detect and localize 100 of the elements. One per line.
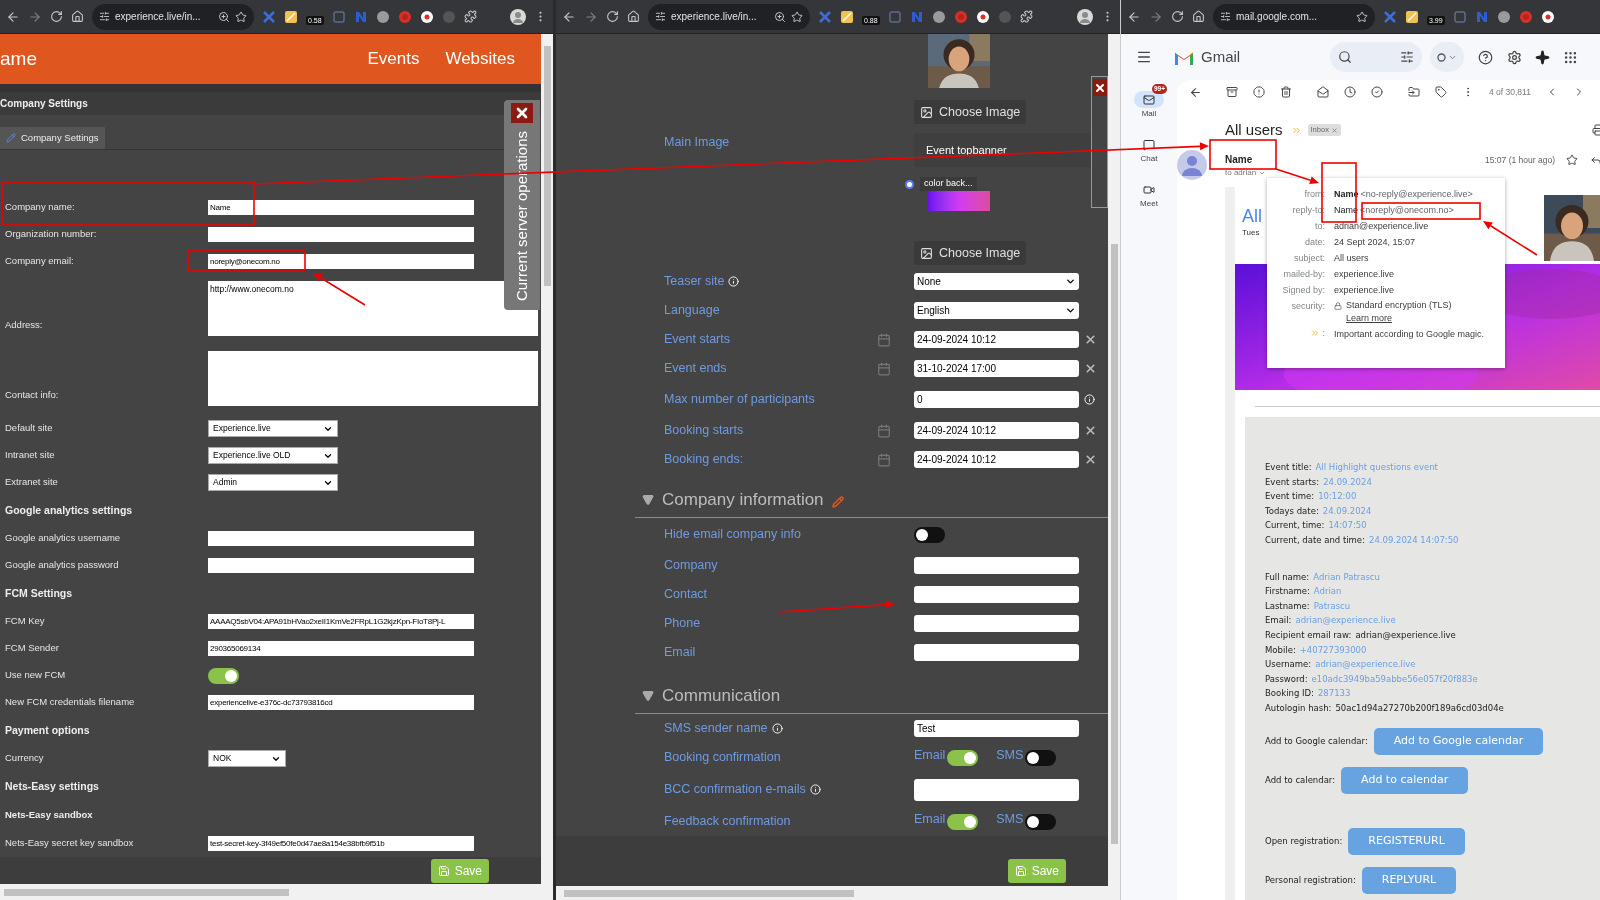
field-label: Google analytics username bbox=[4, 531, 122, 546]
detail-label: Current, time: bbox=[1265, 519, 1325, 533]
text-field[interactable]: Name bbox=[208, 200, 474, 215]
field-label: SMS sender name bbox=[664, 720, 768, 738]
address-bar[interactable]: mail.google.com... bbox=[1213, 3, 1375, 30]
channel-label: SMS bbox=[996, 746, 1024, 764]
field-label: Email bbox=[664, 644, 696, 662]
field-label: Booking ends: bbox=[664, 451, 744, 469]
message-time: 15:07 (1 hour ago) bbox=[1485, 154, 1555, 167]
detail-label: Booking ID: bbox=[1265, 687, 1314, 701]
field-label: Google analytics password bbox=[4, 558, 120, 573]
field-label: Max number of participants bbox=[664, 391, 815, 409]
action-label: Add to Google calendar: bbox=[1265, 734, 1368, 748]
field-label: Booking starts bbox=[664, 422, 744, 440]
detail-key: date: bbox=[1304, 234, 1325, 250]
tab[interactable]: Company Settings bbox=[0, 127, 105, 149]
text-field[interactable]: noreply@onecom.no bbox=[208, 254, 474, 269]
field-label: Nets-Easy secret key sandbox bbox=[4, 836, 135, 851]
detail-value: 24 Sept 2024, 15:07 bbox=[1334, 237, 1416, 247]
detail-label: Password: bbox=[1265, 672, 1308, 686]
field-label: Teaser site bbox=[664, 273, 725, 291]
sender-address: <no-reply@experience.live> bbox=[1360, 189, 1473, 199]
detail-key: : bbox=[1322, 325, 1325, 341]
detail-label: Todays date: bbox=[1265, 504, 1319, 518]
dropdown[interactable]: None bbox=[914, 273, 1079, 290]
field-label: Use new FCM bbox=[4, 668, 67, 683]
detail-value: All users bbox=[1334, 253, 1369, 263]
field-label: Contact info: bbox=[4, 387, 60, 402]
address-bar[interactable]: experience.live/in... bbox=[92, 3, 254, 30]
detail-label: Event title: bbox=[1265, 461, 1312, 474]
field-label: Default site bbox=[4, 421, 54, 436]
choose-image-button[interactable]: Choose Image bbox=[914, 100, 1027, 124]
brand-name: ame bbox=[0, 46, 37, 71]
channel-label: Email bbox=[914, 746, 946, 764]
action-label: Add to calendar: bbox=[1265, 773, 1336, 787]
nav-link[interactable]: Websites bbox=[445, 46, 515, 72]
rail-item[interactable]: Chat bbox=[1131, 129, 1167, 165]
section-heading: Payment options bbox=[5, 722, 90, 738]
rail-item[interactable]: Meet bbox=[1131, 174, 1167, 210]
message-counter: 4 of 30,811 bbox=[1489, 85, 1531, 99]
nav-link[interactable]: Events bbox=[367, 46, 420, 72]
field-label: Company bbox=[664, 557, 718, 575]
field-label: Intranet site bbox=[4, 448, 56, 463]
sender-name: Name bbox=[1225, 153, 1254, 167]
detail-label: Recipient email raw: bbox=[1265, 628, 1352, 642]
detail-value: 50ac1d94a27270b200f189a6cd03d04e bbox=[1335, 701, 1504, 715]
detail-value: experience.live bbox=[1334, 269, 1395, 279]
detail-value: adrian@experience.live bbox=[1355, 628, 1456, 642]
subsection-heading: Nets-Easy sandbox bbox=[5, 808, 93, 823]
address-bar[interactable]: experience.live/in... bbox=[648, 3, 810, 30]
field-label: Company name: bbox=[4, 200, 76, 215]
text-field[interactable]: test-secret-key-3f49ef50fe0d47ae8a154e38bfb9f51b bbox=[208, 836, 474, 851]
field-label: Currency bbox=[4, 751, 45, 766]
number-field[interactable]: 0 bbox=[914, 391, 1079, 408]
url-text: mail.google.com... bbox=[1236, 10, 1318, 24]
field-label: Contact bbox=[664, 586, 708, 604]
choose-image-button[interactable]: Choose Image bbox=[914, 241, 1027, 265]
field-label: Main Image bbox=[664, 135, 730, 149]
text-field[interactable]: AAAAQ5sbV04:APA91bHVao2xeII1KmVe2FRpL1G2kjzKpn-FIoT8Pj-L bbox=[208, 614, 474, 629]
email-heading: All bbox=[1242, 205, 1262, 227]
action-label: Open registration: bbox=[1265, 834, 1343, 848]
detail-key: to: bbox=[1315, 218, 1325, 234]
detail-value: experience.live bbox=[1334, 285, 1395, 295]
detail-key: Signed by: bbox=[1282, 282, 1325, 298]
field-label: Booking confirmation bbox=[664, 749, 781, 767]
learn-more-link[interactable]: Learn more bbox=[1346, 313, 1393, 323]
section-heading: FCM Settings bbox=[5, 585, 73, 601]
date-field[interactable]: 31-10-2024 17:00 bbox=[914, 360, 1079, 377]
detail-label: Event time: bbox=[1265, 490, 1315, 504]
field-label: Address: bbox=[4, 317, 44, 332]
dropdown[interactable]: Experience.live bbox=[208, 420, 338, 437]
section-title: Company information bbox=[662, 488, 824, 511]
field-label: Feedback confirmation bbox=[664, 813, 791, 831]
dropdown[interactable]: Experience.live OLD bbox=[208, 447, 338, 464]
detail-key: security: bbox=[1291, 298, 1325, 314]
dropdown[interactable]: English bbox=[914, 302, 1079, 319]
detail-value: Standard encryption (TLS) Learn more bbox=[1346, 299, 1453, 325]
page-title: Company Settings bbox=[0, 97, 88, 111]
date-field[interactable]: 24-09-2024 10:12 bbox=[914, 331, 1079, 348]
date-field[interactable]: 24-09-2024 10:12 bbox=[914, 451, 1079, 468]
email-subject: All users bbox=[1225, 119, 1283, 140]
field-label: Hide email company info bbox=[664, 526, 801, 544]
channel-label: SMS bbox=[996, 810, 1024, 828]
option-label: color back... bbox=[920, 177, 977, 191]
text-field[interactable]: 290365069134 bbox=[208, 641, 474, 656]
field-label: Company email: bbox=[4, 254, 75, 269]
dropdown[interactable]: NOK bbox=[208, 750, 286, 767]
field-label: FCM Key bbox=[4, 614, 46, 629]
action-label: Personal registration: bbox=[1265, 873, 1356, 887]
dropdown[interactable]: Admin bbox=[208, 474, 338, 491]
text-field[interactable]: Test bbox=[914, 720, 1079, 737]
recipient-toggle[interactable]: to adrian bbox=[1225, 167, 1267, 179]
date-field[interactable]: 24-09-2024 10:12 bbox=[914, 422, 1079, 439]
field-label: Language bbox=[664, 302, 720, 320]
detail-value: Important according to Google magic. bbox=[1334, 328, 1486, 341]
text-field[interactable]: experiencelive-e376c-dc73793816cd bbox=[208, 695, 474, 710]
field-label: Extranet site bbox=[4, 475, 59, 490]
field-label: Phone bbox=[664, 615, 701, 633]
detail-key: mailed-by: bbox=[1283, 266, 1325, 282]
field-label: Organization number: bbox=[4, 227, 98, 242]
